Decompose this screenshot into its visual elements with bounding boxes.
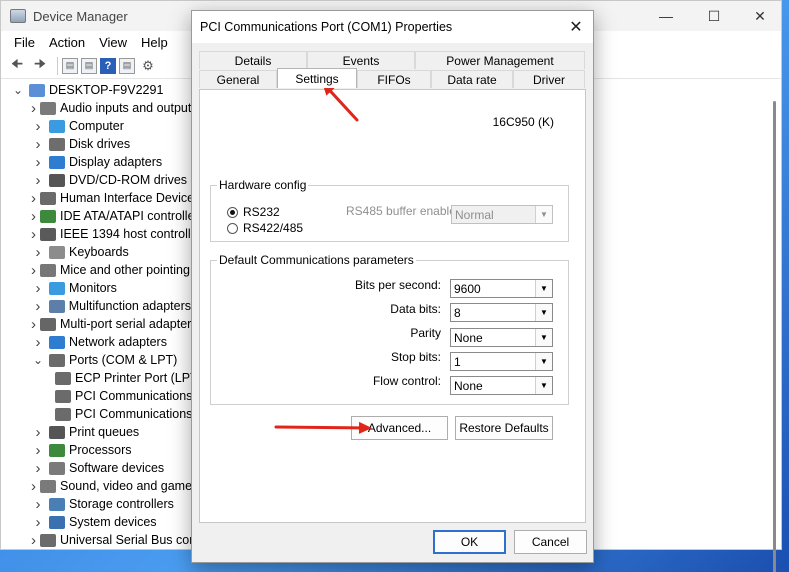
tab-settings[interactable]: Settings	[277, 68, 357, 88]
annotation-overlay	[274, 82, 372, 434]
settings-tab-arrow-shaft	[329, 90, 359, 122]
advanced-button-arrow-shaft	[274, 425, 361, 430]
advanced-button-arrow-head	[358, 421, 372, 434]
